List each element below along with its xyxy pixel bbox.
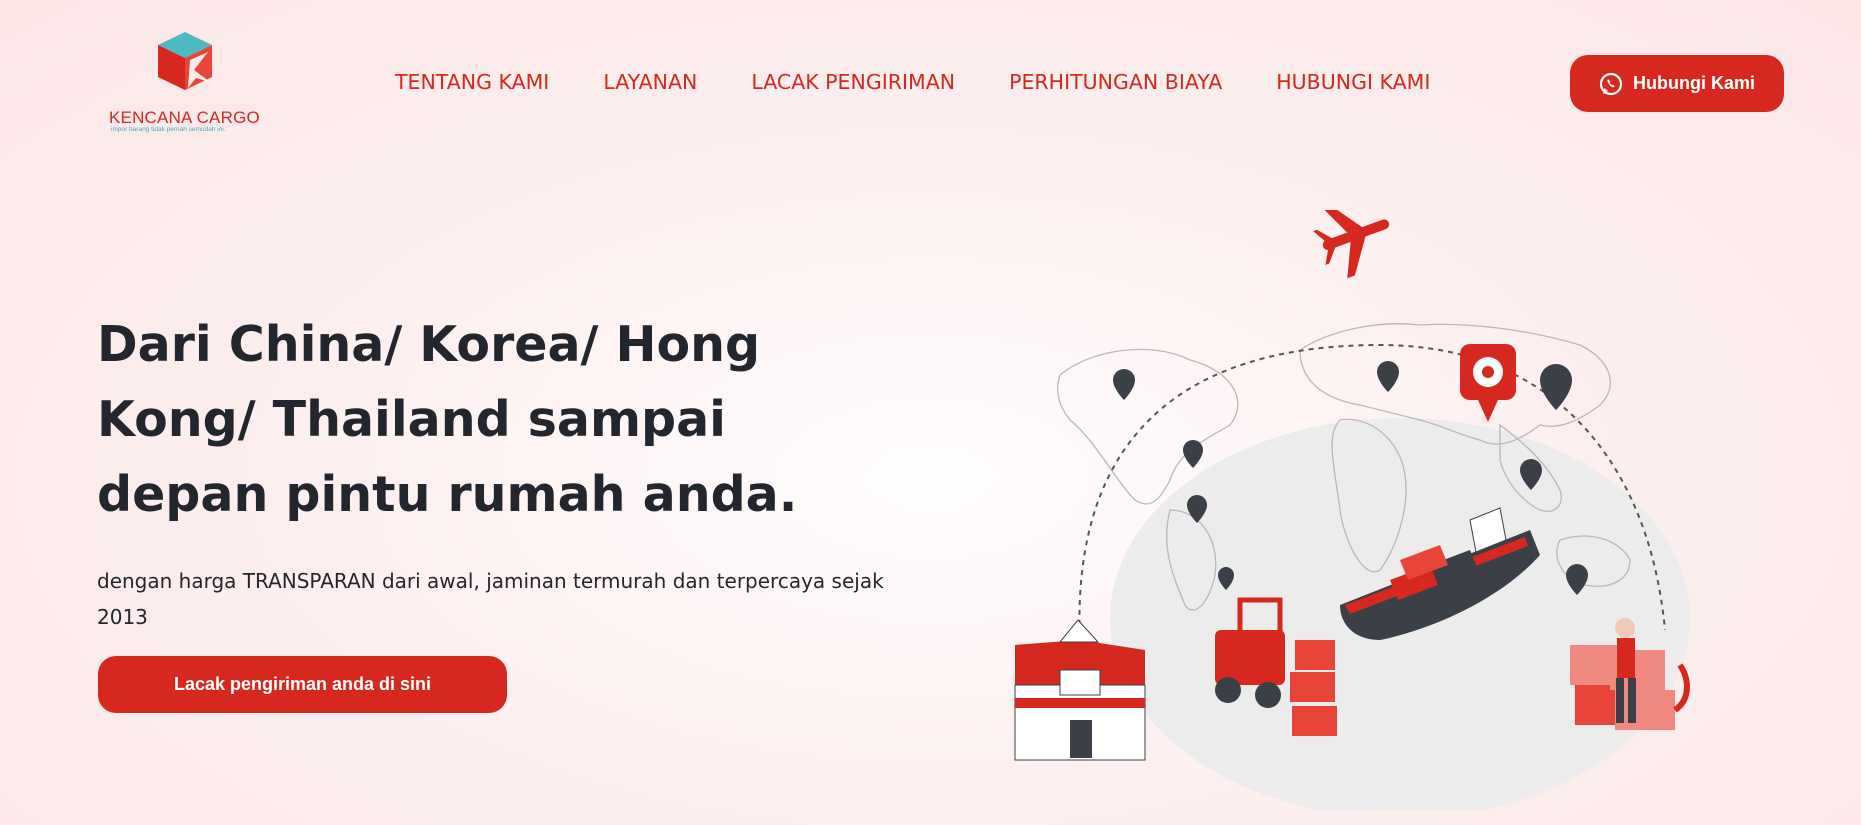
hero-title: Dari China/ Korea/ Hong Kong/ Thailand s… xyxy=(97,316,798,523)
logistics-illustration xyxy=(1014,210,1690,810)
nav-perhitungan-biaya[interactable]: PERHITUNGAN BIAYA xyxy=(1009,70,1222,94)
airplane-icon xyxy=(1313,210,1390,279)
cube-logo-icon xyxy=(158,32,212,90)
whatsapp-icon xyxy=(1599,72,1623,95)
hero-subtitle: dengan harga TRANSPARAN dari awal, jamin… xyxy=(97,569,884,629)
nav-tentang-kami[interactable]: TENTANG KAMI xyxy=(395,70,549,94)
nav-hubungi-kami[interactable]: HUBUNGI KAMI xyxy=(1276,70,1430,94)
contact-button-label: Hubungi Kami xyxy=(1633,73,1755,93)
nav-layanan[interactable]: LAYANAN xyxy=(603,70,697,94)
logo-name: KENCANA CARGO xyxy=(109,108,260,127)
nav-lacak-pengiriman[interactable]: LACAK PENGIRIMAN xyxy=(751,70,955,94)
logo-tagline: impor barang tidak pernah semudah ini. xyxy=(111,126,226,133)
contact-button[interactable]: Hubungi Kami xyxy=(1570,55,1784,112)
main-nav: TENTANG KAMI LAYANAN LACAK PENGIRIMAN PE… xyxy=(395,70,1484,94)
gear-pin-icon xyxy=(1460,344,1516,422)
track-shipment-button[interactable]: Lacak pengiriman anda di sini xyxy=(98,656,507,713)
logo[interactable]: KENCANA CARGO impor barang tidak pernah … xyxy=(105,30,265,140)
